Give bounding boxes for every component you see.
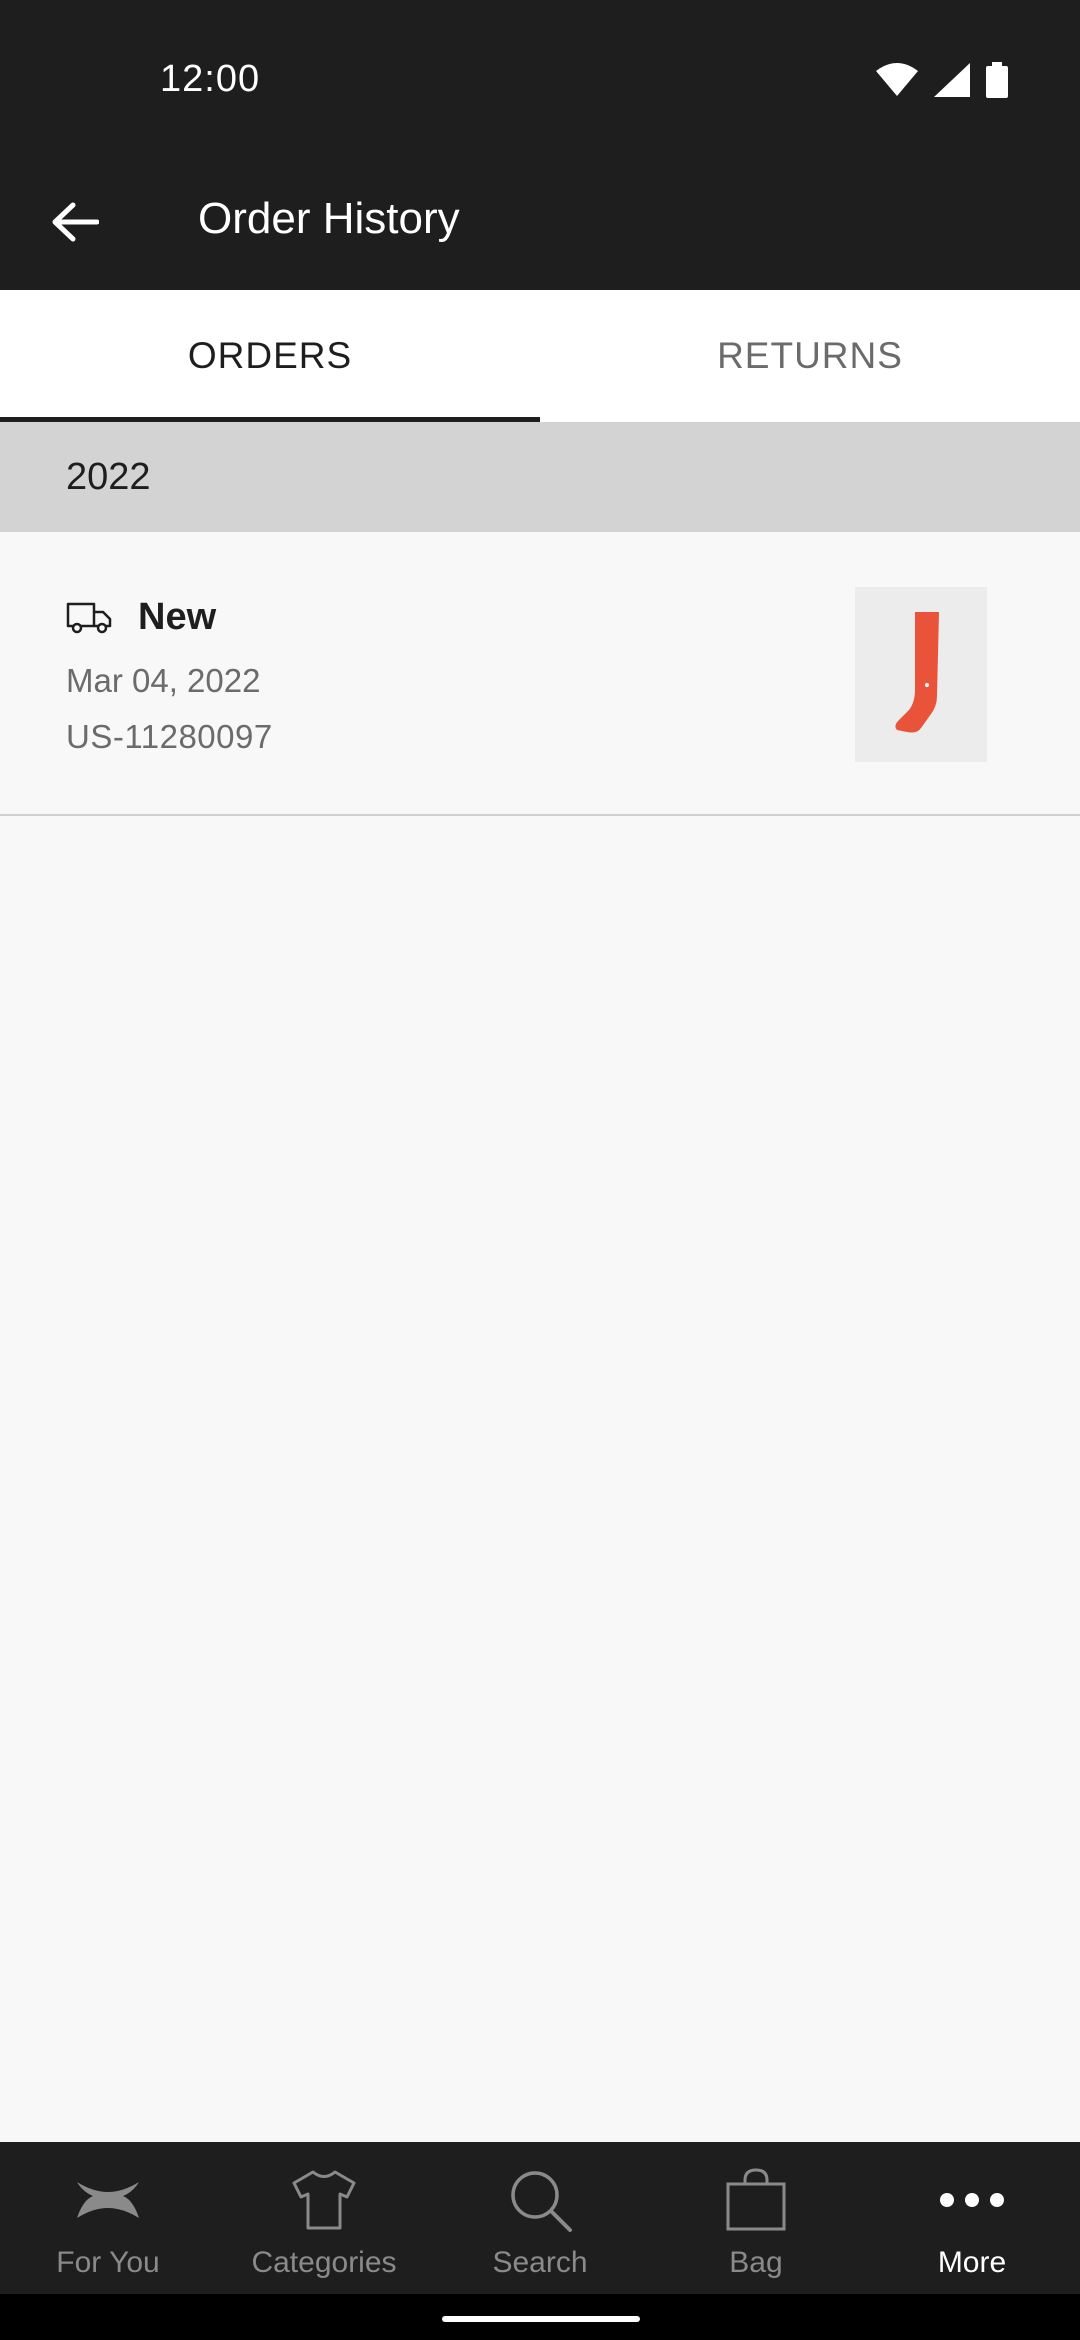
- status-bar: 12:00: [0, 0, 1080, 165]
- gesture-nav-bar: [0, 2294, 1080, 2340]
- more-dots-icon: [940, 2193, 1004, 2207]
- search-icon: [511, 2171, 572, 2232]
- order-list-item[interactable]: New Mar 04, 2022 US-11280097: [0, 532, 1080, 816]
- wifi-icon: [876, 63, 918, 96]
- year-label: 2022: [66, 455, 151, 498]
- order-status: New: [138, 596, 217, 638]
- nav-search-label: Search: [492, 2246, 588, 2279]
- nav-bag-label: Bag: [729, 2246, 783, 2279]
- nav-search[interactable]: Search: [432, 2142, 648, 2294]
- product-thumbnail: [855, 587, 987, 762]
- year-section-header: 2022: [0, 422, 1080, 532]
- tab-orders[interactable]: ORDERS: [0, 290, 540, 422]
- order-number: US-11280097: [66, 718, 273, 755]
- status-icons: [876, 62, 1008, 98]
- nav-more-label: More: [937, 2246, 1007, 2279]
- arrow-left-icon: [52, 202, 99, 242]
- nav-for-you-label: For You: [56, 2246, 160, 2279]
- nav-bag[interactable]: Bag: [648, 2142, 864, 2294]
- tab-returns[interactable]: RETURNS: [540, 290, 1080, 422]
- page-title: Order History: [198, 194, 460, 243]
- tab-orders-label: ORDERS: [187, 335, 353, 376]
- tab-returns-label: RETURNS: [717, 335, 903, 376]
- home-indicator[interactable]: [442, 2316, 640, 2322]
- shirt-icon: [292, 2170, 356, 2230]
- battery-icon: [986, 62, 1008, 98]
- status-time: 12:00: [160, 58, 261, 100]
- nav-categories[interactable]: Categories: [216, 2142, 432, 2294]
- tab-bar: ORDERS RETURNS: [0, 290, 1080, 422]
- truck-icon: [66, 602, 112, 634]
- nav-more[interactable]: More: [864, 2142, 1080, 2294]
- nav-for-you[interactable]: For You: [0, 2142, 216, 2294]
- nav-categories-label: Categories: [251, 2246, 397, 2279]
- bottom-navigation: For You Categories Search Bag More: [0, 2142, 1080, 2294]
- red-sock-image: [895, 611, 939, 732]
- back-button[interactable]: [40, 187, 110, 257]
- app-bar: Order History: [0, 165, 1080, 290]
- order-date: Mar 04, 2022: [66, 662, 261, 699]
- brand-logo-icon: [77, 2182, 139, 2218]
- bag-icon: [726, 2168, 786, 2231]
- cell-signal-icon: [934, 63, 970, 97]
